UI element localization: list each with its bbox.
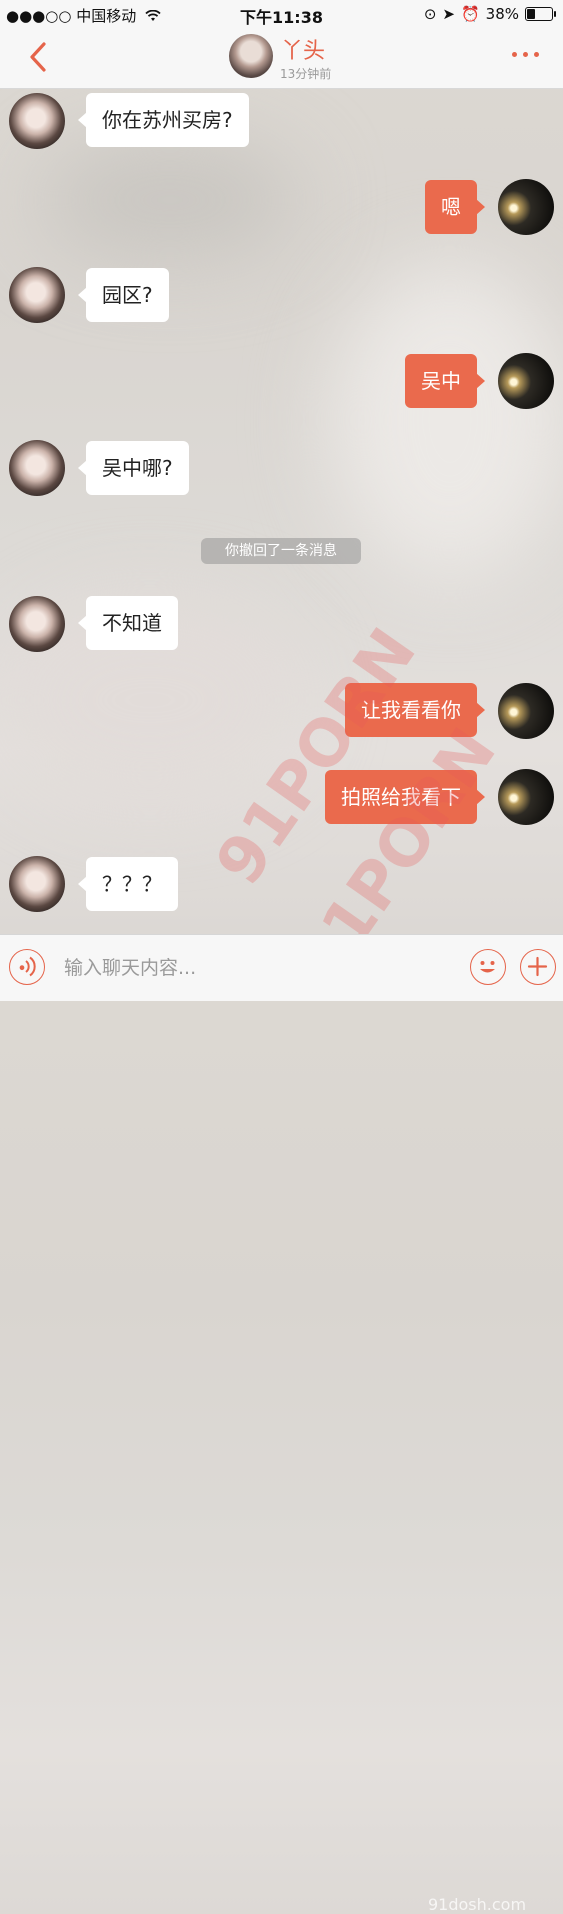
more-options-button[interactable] <box>512 52 539 57</box>
message-bubble[interactable]: 吴中哪? <box>78 441 189 495</box>
message-bubble[interactable]: 嗯 <box>425 180 485 234</box>
rotation-lock-icon: ⊙ <box>423 5 437 23</box>
recall-notice: 你撤回了一条消息 <box>201 538 361 564</box>
voice-button[interactable] <box>9 949 45 985</box>
contact-avatar[interactable] <box>9 93 65 149</box>
contact-name[interactable]: 丫头 <box>281 33 325 65</box>
watermark-site: 91dosh.com <box>428 1895 527 1914</box>
alarm-icon: ⏰ <box>460 5 480 23</box>
message-bubble[interactable]: 吴中 <box>405 354 485 408</box>
message-input[interactable] <box>62 947 446 989</box>
message-bubble[interactable]: 你在苏州买房? <box>78 93 249 147</box>
dot <box>534 52 539 57</box>
background-blur <box>40 140 300 260</box>
location-icon: ➤ <box>442 5 455 23</box>
plus-icon <box>527 956 548 977</box>
status-icons: ⊙ ➤ ⏰ 38% <box>423 5 556 23</box>
contact-avatar[interactable] <box>9 267 65 323</box>
contact-avatar[interactable] <box>229 34 273 78</box>
my-avatar[interactable] <box>498 683 554 739</box>
battery-icon <box>525 7 556 21</box>
contact-avatar[interactable] <box>9 596 65 652</box>
message-bubble[interactable]: 不知道 <box>78 596 178 650</box>
more-actions-button[interactable] <box>520 949 556 985</box>
voice-icon <box>19 956 36 977</box>
message-bubble[interactable]: ？？？ <box>78 857 178 911</box>
message-bubble[interactable]: 园区? <box>78 268 169 322</box>
my-avatar[interactable] <box>498 353 554 409</box>
my-avatar[interactable] <box>498 179 554 235</box>
my-avatar[interactable] <box>498 769 554 825</box>
dot <box>512 52 517 57</box>
back-button[interactable] <box>24 40 54 74</box>
dot <box>523 52 528 57</box>
emoji-button[interactable] <box>470 949 506 985</box>
battery-level <box>527 9 535 19</box>
last-seen: 13分钟前 <box>280 67 332 81</box>
emoji-icon <box>480 961 495 973</box>
background-blur <box>330 260 563 580</box>
chat-header: 丫头 13分钟前 <box>0 28 563 89</box>
battery-percent: 38% <box>485 5 519 23</box>
contact-avatar[interactable] <box>9 440 65 496</box>
contact-avatar[interactable] <box>9 856 65 912</box>
input-bar: 91dosh.com <box>0 934 563 1914</box>
status-bar: ●●●○○ 中国移动 下午11:38 ⊙ ➤ ⏰ 38% <box>0 0 563 28</box>
